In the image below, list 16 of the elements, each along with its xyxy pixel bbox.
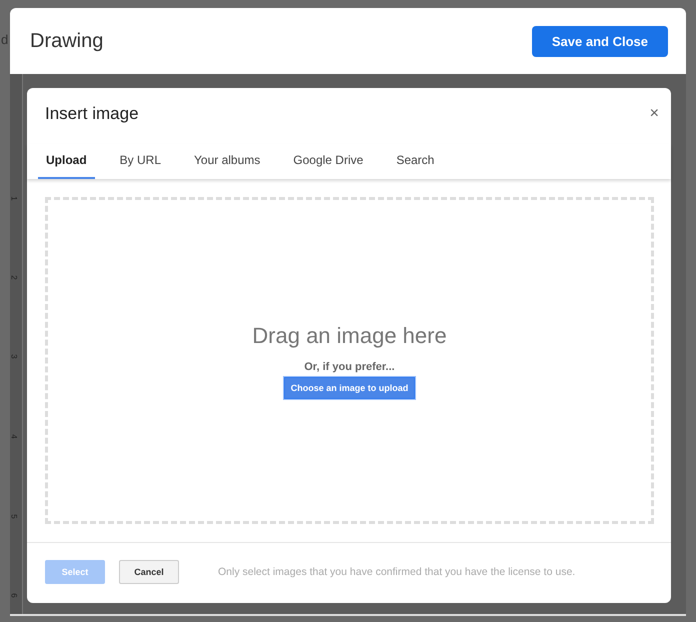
drop-zone[interactable]: Drag an image here Or, if you prefer... Choose an image to upload xyxy=(45,197,654,524)
drop-subtext: Or, if you prefer... xyxy=(304,360,395,372)
tab[interactable]: Search xyxy=(388,144,442,179)
close-button[interactable]: × xyxy=(650,105,659,123)
tab[interactable]: Upload xyxy=(38,144,95,179)
dialog-title: Insert image xyxy=(45,104,139,124)
cancel-button[interactable]: Cancel xyxy=(119,560,179,584)
window-title: Drawing xyxy=(30,30,104,52)
tab[interactable]: Your albums xyxy=(186,144,268,179)
license-note: Only select images that you have confirmed that you have the license to use. xyxy=(218,566,576,578)
save-and-close-button[interactable]: Save and Close xyxy=(532,26,668,56)
drop-heading: Drag an image here xyxy=(252,322,447,348)
choose-image-button[interactable]: Choose an image to upload xyxy=(284,376,416,398)
cut-off-text: d xyxy=(1,32,8,47)
tab[interactable]: By URL xyxy=(112,144,170,179)
tab[interactable]: Google Drive xyxy=(285,144,372,179)
